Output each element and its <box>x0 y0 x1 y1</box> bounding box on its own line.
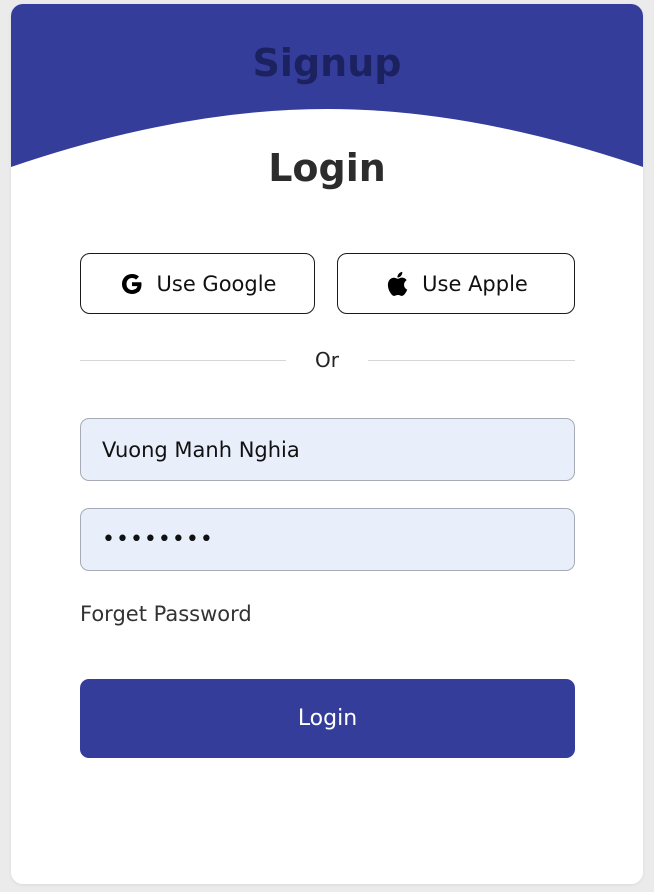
apple-icon <box>384 271 410 297</box>
google-icon <box>119 271 145 297</box>
apple-button-label: Use Apple <box>422 271 528 296</box>
username-input[interactable] <box>80 418 575 481</box>
google-button-label: Use Google <box>156 271 277 296</box>
login-card: Signup Login Use Google Use Apple Or For… <box>11 4 643 884</box>
divider-text: Or <box>315 348 339 372</box>
page-title: Login <box>268 146 386 190</box>
password-input[interactable] <box>80 508 575 571</box>
divider-line-right <box>368 360 575 361</box>
google-login-button[interactable]: Use Google <box>80 253 315 314</box>
apple-login-button[interactable]: Use Apple <box>337 253 575 314</box>
forget-password-link[interactable]: Forget Password <box>80 600 252 628</box>
login-button[interactable]: Login <box>80 679 575 758</box>
divider-line-left <box>80 360 286 361</box>
